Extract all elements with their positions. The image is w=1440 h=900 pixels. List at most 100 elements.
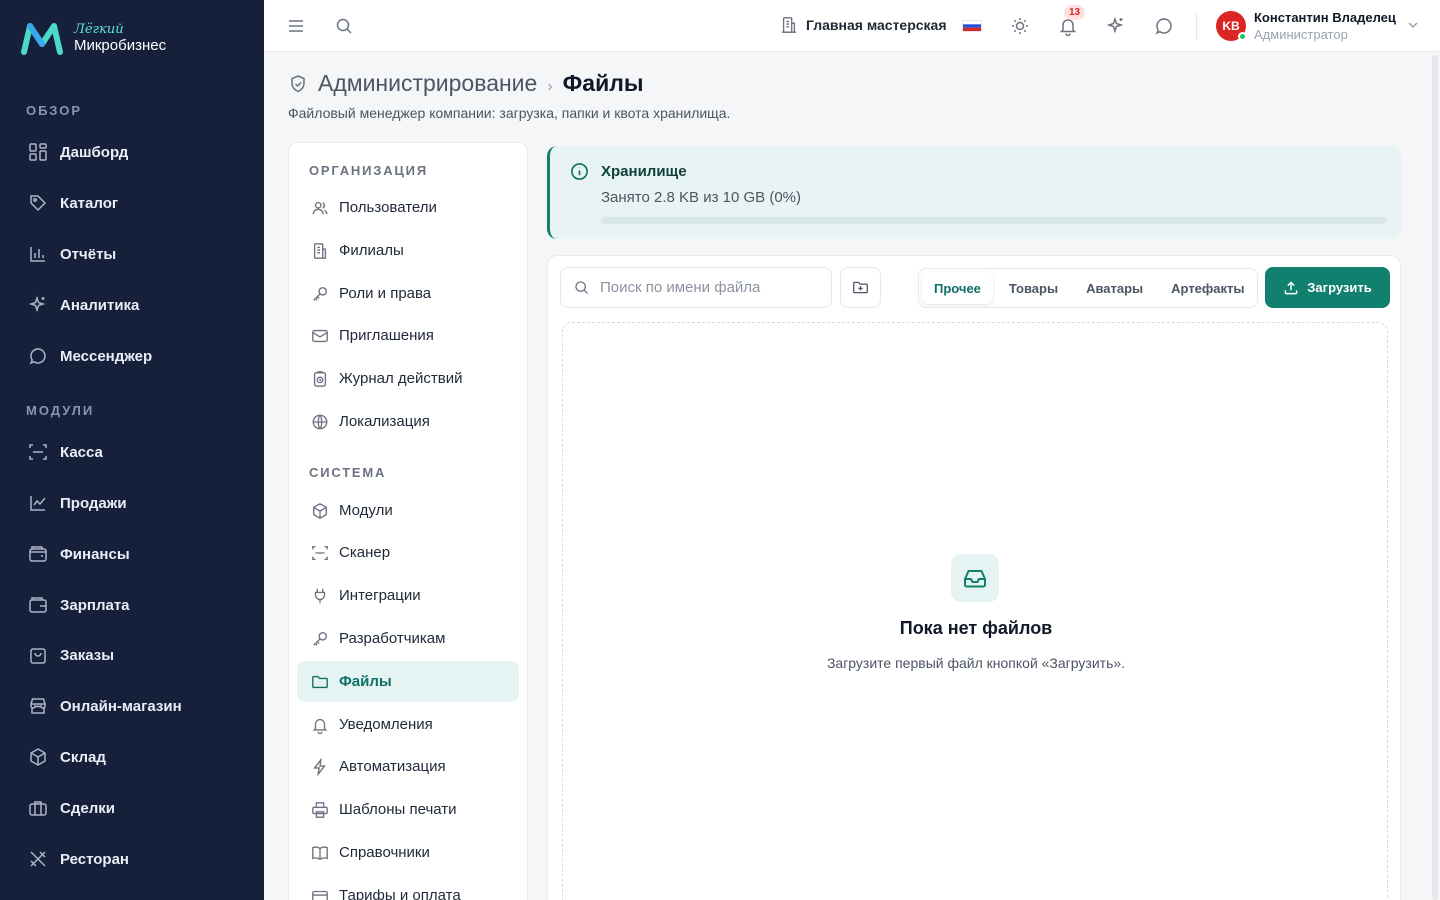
nav-item-roles[interactable]: Роли и права bbox=[297, 273, 519, 314]
file-dropzone[interactable]: Пока нет файлов Загрузите первый файл кн… bbox=[562, 322, 1388, 900]
sidebar-item-finance[interactable]: Финансы bbox=[28, 544, 130, 564]
sidebar-item-label: Зарплата bbox=[60, 596, 130, 614]
nav-item-modules[interactable]: Модули bbox=[297, 490, 519, 531]
sidebar-item-warehouse[interactable]: Склад bbox=[28, 747, 106, 767]
line-chart-icon bbox=[30, 496, 46, 511]
nav-item-label: Журнал действий bbox=[339, 370, 463, 387]
nav-item-label: Приглашения bbox=[339, 327, 434, 344]
file-category-tabs: Прочее Товары Аватары Артефакты bbox=[918, 268, 1258, 308]
sidebar-item-label: Финансы bbox=[60, 545, 130, 563]
page-scrollbar[interactable] bbox=[1432, 55, 1438, 900]
nav-item-billing[interactable]: Тарифы и оплата bbox=[297, 875, 519, 900]
key-icon bbox=[313, 286, 327, 301]
upload-button[interactable]: Загрузить bbox=[1265, 267, 1390, 308]
grid-icon bbox=[29, 143, 47, 161]
storage-progress-bar bbox=[601, 217, 1387, 224]
nav-item-branches[interactable]: Филиалы bbox=[297, 230, 519, 271]
sidebar-item-catalog[interactable]: Каталог bbox=[28, 193, 118, 213]
wallet-icon bbox=[29, 546, 47, 562]
search-icon bbox=[575, 281, 588, 294]
nav-item-label: Уведомления bbox=[339, 716, 433, 733]
sidebar-item-sales[interactable]: Продажи bbox=[28, 493, 127, 513]
nav-item-activity-log[interactable]: Журнал действий bbox=[297, 358, 519, 399]
flag-ru-icon[interactable] bbox=[962, 20, 982, 32]
sidebar-item-label: Склад bbox=[60, 748, 106, 766]
wallet-icon bbox=[312, 890, 328, 900]
sidebar-item-label: Дашборд bbox=[60, 143, 129, 161]
key-icon bbox=[313, 631, 327, 646]
nav-item-invitations[interactable]: Приглашения bbox=[297, 315, 519, 356]
nav-item-label: Роли и права bbox=[339, 285, 432, 302]
nav-section-system: СИСТЕМА bbox=[309, 465, 387, 480]
sidebar-item-restaurant[interactable]: Ресторан bbox=[28, 849, 129, 869]
nav-item-label: Пользователи bbox=[339, 199, 437, 216]
breadcrumb-root[interactable]: Администрирование bbox=[318, 70, 537, 97]
mail-icon bbox=[312, 329, 328, 342]
logo-mark-icon bbox=[21, 23, 63, 55]
tab-artifacts[interactable]: Артефакты bbox=[1159, 272, 1256, 304]
sidebar-item-analytics[interactable]: Аналитика bbox=[28, 295, 139, 315]
history-icon bbox=[313, 370, 327, 387]
sidebar-item-reports[interactable]: Отчёты bbox=[28, 244, 116, 264]
storage-quota-card: Хранилище Занято 2.8 KB из 10 GB (0%) bbox=[547, 146, 1401, 239]
nav-item-label: Интеграции bbox=[339, 587, 421, 604]
nav-item-notifications[interactable]: Уведомления bbox=[297, 704, 519, 745]
page-subtitle: Файловый менеджер компании: загрузка, па… bbox=[288, 105, 731, 121]
sidebar-item-cashdesk[interactable]: Касса bbox=[28, 442, 103, 462]
scan-icon bbox=[29, 444, 47, 460]
nav-item-localization[interactable]: Локализация bbox=[297, 401, 519, 442]
sidebar-section-modules: МОДУЛИ bbox=[26, 403, 95, 418]
zap-icon bbox=[313, 757, 326, 776]
sidebar-item-dashboard[interactable]: Дашборд bbox=[28, 142, 128, 162]
page-title: Файлы bbox=[562, 70, 644, 96]
nav-section-organization: ОРГАНИЗАЦИЯ bbox=[309, 163, 428, 178]
upload-icon bbox=[1284, 280, 1298, 294]
nav-item-files[interactable]: Файлы bbox=[297, 661, 519, 702]
empty-state-description: Загрузите первый файл кнопкой «Загрузить… bbox=[826, 655, 1126, 671]
sidebar-item-label: Продажи bbox=[60, 494, 127, 512]
workshop-switcher[interactable]: Главная мастерская bbox=[780, 16, 947, 34]
theme-sun-icon[interactable] bbox=[1010, 16, 1030, 36]
notification-badge: 13 bbox=[1064, 5, 1086, 20]
sparkles-icon[interactable] bbox=[1106, 16, 1126, 36]
nav-item-users[interactable]: Пользователи bbox=[297, 187, 519, 228]
search-box[interactable] bbox=[560, 267, 832, 308]
nav-item-label: Автоматизация bbox=[339, 758, 446, 775]
search-icon[interactable] bbox=[334, 16, 354, 36]
breadcrumb: Администрирование › Файлы bbox=[288, 70, 643, 97]
nav-item-print-templates[interactable]: Шаблоны печати bbox=[297, 789, 519, 830]
chat-icon[interactable] bbox=[1154, 16, 1174, 36]
sidebar-item-orders[interactable]: Заказы bbox=[28, 645, 114, 665]
box-icon bbox=[313, 502, 327, 519]
nav-item-scanner[interactable]: Сканер bbox=[297, 532, 519, 573]
wallet-icon bbox=[29, 597, 47, 613]
tab-avatars[interactable]: Аватары bbox=[1074, 272, 1155, 304]
nav-item-automation[interactable]: Автоматизация bbox=[297, 746, 519, 787]
user-name[interactable]: Константин Владелец bbox=[1254, 10, 1396, 25]
admin-nav-panel: ОРГАНИЗАЦИЯ Пользователи Филиалы Роли и … bbox=[288, 142, 528, 900]
main-sidebar: Лёгкий Микробизнес ОБЗОР Дашборд Каталог… bbox=[0, 0, 264, 900]
nav-item-integrations[interactable]: Интеграции bbox=[297, 575, 519, 616]
search-input[interactable] bbox=[600, 279, 820, 296]
file-manager-card: Прочее Товары Аватары Артефакты Загрузит… bbox=[547, 255, 1401, 900]
nav-item-label: Модули bbox=[339, 502, 393, 519]
chevron-down-icon[interactable] bbox=[1406, 18, 1420, 32]
sidebar-item-payroll[interactable]: Зарплата bbox=[28, 595, 130, 615]
sidebar-item-messenger[interactable]: Мессенджер bbox=[28, 346, 152, 366]
nav-item-label: Справочники bbox=[339, 844, 430, 861]
tab-other[interactable]: Прочее bbox=[922, 272, 993, 304]
nav-item-directories[interactable]: Справочники bbox=[297, 832, 519, 873]
bar-chart-icon bbox=[30, 247, 45, 262]
brand-top: Лёгкий bbox=[74, 22, 124, 37]
brand-bottom: Микробизнес bbox=[74, 37, 167, 54]
sidebar-item-deals[interactable]: Сделки bbox=[28, 798, 115, 818]
new-folder-button[interactable] bbox=[840, 267, 881, 308]
nav-item-developers[interactable]: Разработчикам bbox=[297, 618, 519, 659]
tab-products[interactable]: Товары bbox=[997, 272, 1070, 304]
users-icon bbox=[312, 201, 328, 214]
menu-icon[interactable] bbox=[286, 16, 306, 36]
top-bar: Главная мастерская 13 KB Константин Влад… bbox=[264, 0, 1440, 52]
brand-logo[interactable]: Лёгкий Микробизнес bbox=[20, 20, 166, 56]
sidebar-item-online-store[interactable]: Онлайн-магазин bbox=[28, 696, 182, 716]
storage-used-text: Занято 2.8 KB из 10 GB (0%) bbox=[601, 189, 802, 206]
